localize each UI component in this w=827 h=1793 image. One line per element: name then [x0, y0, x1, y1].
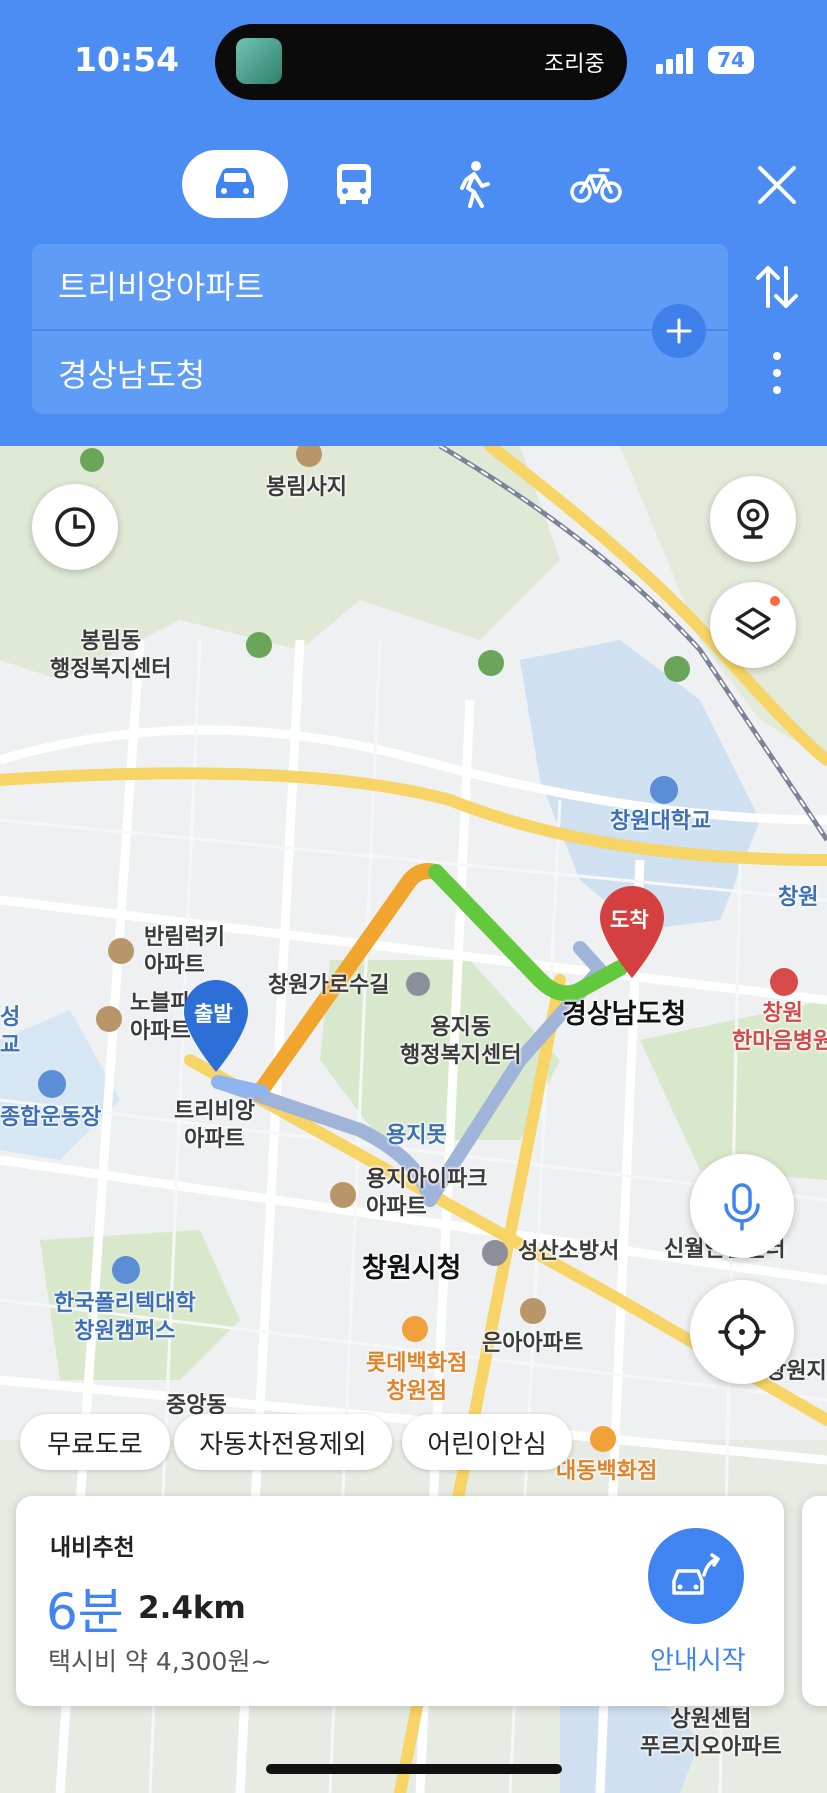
clock-icon	[55, 507, 95, 547]
walk-icon	[460, 161, 490, 208]
layers-button[interactable]	[710, 582, 796, 668]
origin-input[interactable]: 트리비앙아파트	[58, 262, 264, 308]
route-type-label: 내비추천	[50, 1535, 135, 1561]
origin-pin-label: 출발	[194, 1002, 233, 1026]
filter-chip-exclude-motorway[interactable]: 자동차전용제외	[174, 1414, 392, 1470]
live-activity-app-icon	[236, 38, 282, 84]
poi-marker	[96, 1006, 122, 1032]
poi-marker	[38, 1070, 66, 1098]
signal-icon	[656, 48, 693, 74]
filter-chip-child-safety[interactable]: 어린이안심	[402, 1414, 572, 1470]
map-label: 종합운동장	[0, 1105, 102, 1130]
close-icon[interactable]	[752, 160, 802, 210]
poi-marker	[770, 968, 798, 996]
cctv-button[interactable]	[710, 476, 796, 562]
poi-marker	[520, 1298, 546, 1324]
crosshair-icon	[718, 1308, 766, 1356]
poi-marker	[112, 1256, 140, 1284]
history-button[interactable]	[32, 484, 118, 570]
start-navigation-label[interactable]: 안내시작	[650, 1640, 746, 1677]
poi-marker	[402, 1316, 428, 1342]
current-location-button[interactable]	[690, 1280, 794, 1384]
map-label: 롯데백화점 창원점	[366, 1351, 468, 1404]
start-navigation-button[interactable]	[648, 1528, 744, 1624]
map-label: 봉림사지	[266, 475, 347, 500]
plus-icon	[666, 318, 692, 344]
map-label: 대동백화점	[556, 1459, 658, 1484]
mode-walk-tab[interactable]	[438, 150, 510, 218]
map-label: 창원 한마음병원	[732, 1001, 827, 1054]
route-distance: 2.4km	[138, 1590, 246, 1626]
car-icon	[216, 168, 254, 198]
bike-icon	[570, 168, 622, 203]
map-label: 경상남도청	[562, 999, 687, 1030]
route-duration: 6분	[46, 1583, 124, 1641]
layers-icon	[735, 607, 771, 640]
map-label: 창원	[778, 885, 819, 910]
poi-marker	[80, 448, 104, 472]
bus-icon	[337, 164, 371, 204]
add-waypoint-button[interactable]	[652, 304, 706, 358]
map-label: 용지아이파크 아파트	[366, 1167, 488, 1220]
poi-marker	[330, 1182, 356, 1208]
notification-dot	[770, 596, 780, 606]
map-label: 봉림동 행정복지센터	[50, 629, 172, 682]
poi-marker	[478, 650, 504, 676]
poi-marker	[664, 656, 690, 682]
poi-marker	[108, 938, 134, 964]
map-label: 성 교	[0, 1005, 21, 1058]
destination-pin-label: 도착	[610, 908, 649, 932]
poi-marker	[482, 1240, 508, 1266]
mode-car-tab[interactable]	[182, 150, 288, 218]
home-indicator	[266, 1764, 562, 1774]
map-label: 용지동 행정복지센터	[400, 1015, 522, 1068]
poi-marker	[406, 972, 430, 996]
poi-marker	[246, 632, 272, 658]
battery-indicator: 74	[708, 46, 754, 74]
voice-search-button[interactable]	[690, 1154, 794, 1258]
poi-marker	[590, 1426, 616, 1452]
microphone-icon	[724, 1183, 760, 1231]
map-label: 창원가로수길	[268, 973, 390, 998]
map-label: 용지못	[386, 1123, 447, 1148]
map-label: 반림럭키 아파트	[144, 925, 225, 978]
map-label: 상원센텀 푸르지오아파트	[640, 1707, 782, 1760]
navigation-car-icon	[672, 1553, 720, 1595]
swap-icon[interactable]	[752, 262, 802, 312]
map-label: 은아아파트	[482, 1331, 584, 1356]
more-options-icon[interactable]	[760, 348, 794, 398]
destination-input[interactable]: 경상남도청	[58, 350, 205, 396]
map-label: 창원시청	[362, 1253, 462, 1284]
route-input-divider	[32, 329, 728, 331]
filter-chip-free-road[interactable]: 무료도로	[20, 1414, 170, 1470]
taxi-fare: 택시비 약 4,300원~	[48, 1647, 272, 1676]
origin-pin[interactable]: 출발	[180, 978, 252, 1074]
next-route-card[interactable]	[802, 1496, 827, 1706]
live-activity-status: 조리중	[544, 52, 605, 77]
status-time: 10:54	[74, 40, 180, 79]
map-label: 한국폴리텍대학 창원캠퍼스	[54, 1291, 196, 1344]
cctv-icon	[737, 499, 769, 539]
poi-marker	[650, 776, 678, 804]
mode-bus-tab[interactable]	[318, 150, 390, 218]
mode-bike-tab[interactable]	[560, 150, 632, 218]
map-label: 트리비앙 아파트	[174, 1099, 255, 1152]
map-label: 창원대학교	[610, 809, 712, 834]
destination-pin[interactable]: 도착	[596, 884, 668, 980]
map-label: 성산소방서	[518, 1239, 620, 1264]
